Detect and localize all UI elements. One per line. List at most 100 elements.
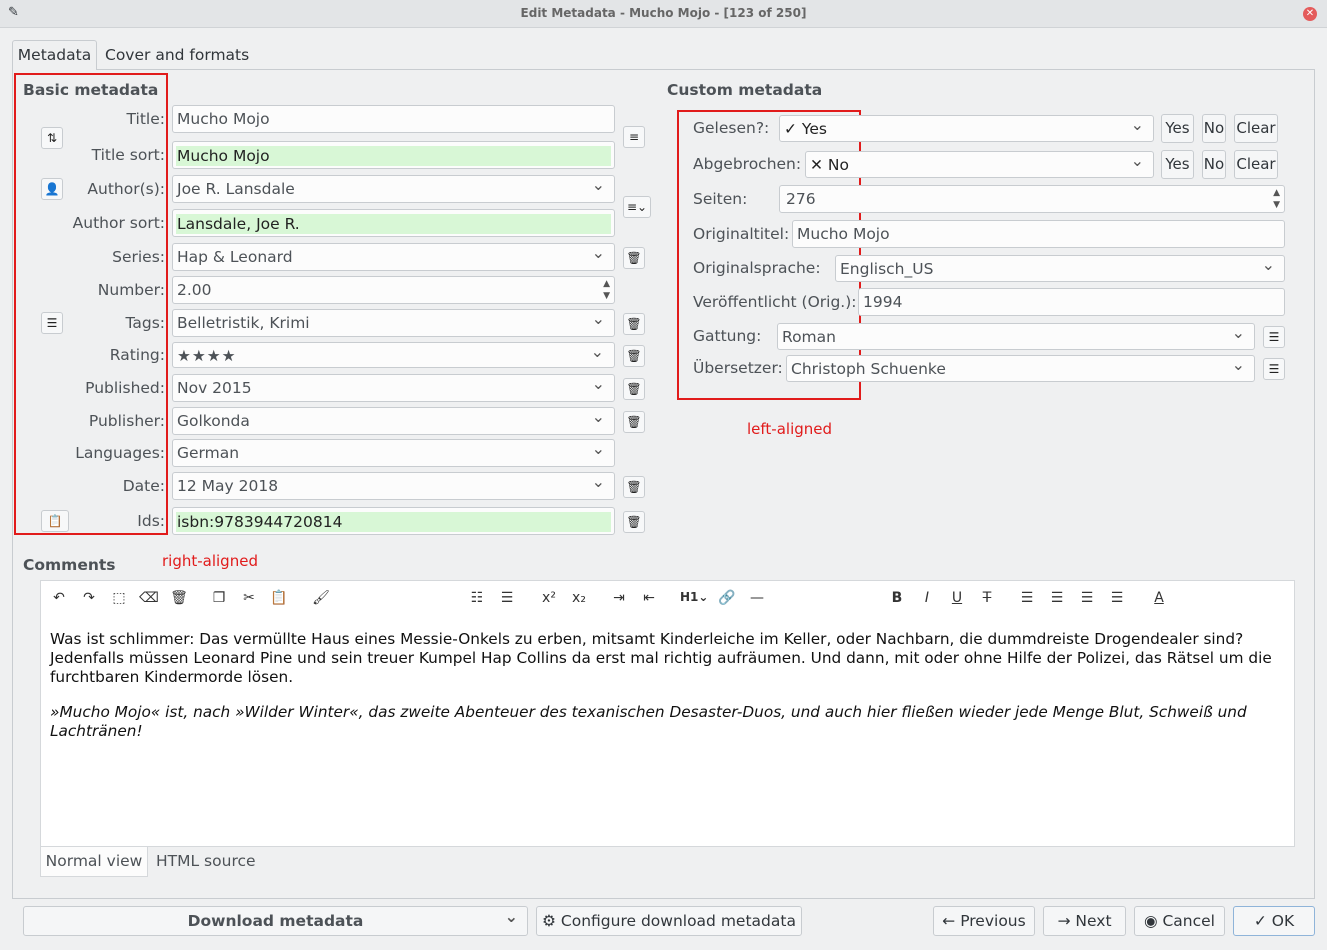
download-metadata-button[interactable]: Download metadata [23, 903, 528, 936]
next-button[interactable]: → Next [1043, 906, 1126, 936]
rating-label: Rating: [109, 346, 165, 364]
number-label: Number: [97, 281, 165, 299]
spin-down-icon[interactable]: ▼ [603, 291, 610, 301]
veroeffentlicht-label: Veröffentlicht (Orig.): [693, 293, 857, 311]
close-icon[interactable]: ✕ [1303, 7, 1317, 21]
cancel-label: Cancel [1162, 912, 1215, 930]
sort-author-icon[interactable]: ≡⌄ [623, 196, 651, 218]
uebersetzer-list-icon[interactable]: ☰ [1263, 358, 1285, 380]
indent-icon[interactable]: ⇥ [608, 590, 630, 606]
number-spinbox[interactable]: 2.00 ▲ ▼ [172, 276, 615, 304]
uebersetzer-combo[interactable]: Christoph Schuenke [786, 355, 1255, 382]
italic-icon[interactable]: I [916, 590, 938, 606]
align-justify-icon[interactable]: ☰ [1106, 590, 1128, 606]
text-color-icon[interactable]: A [1148, 590, 1170, 606]
window-title: Edit Metadata - Mucho Mojo - [123 of 250… [520, 6, 807, 20]
gattung-combo[interactable]: Roman [777, 323, 1255, 350]
series-combo[interactable]: Hap & Leonard [172, 243, 615, 271]
gelesen-combo[interactable]: ✓ Yes [779, 115, 1154, 142]
abgebrochen-no-button[interactable]: No [1202, 150, 1226, 179]
tab-normal-view[interactable]: Normal view [40, 847, 148, 877]
abgebrochen-label: Abgebrochen: [693, 155, 802, 173]
trash-icon[interactable]: 🗑 [168, 590, 190, 606]
veroeffentlicht-input[interactable]: 1994 [858, 288, 1285, 316]
clear-published-trash-icon[interactable]: 🗑 [623, 378, 645, 400]
uebersetzer-label: Übersetzer: [693, 359, 783, 377]
rating-combo[interactable]: ★★★★ [172, 342, 615, 368]
redo-icon[interactable]: ↷ [78, 590, 100, 606]
spin-up-icon[interactable]: ▲ [603, 279, 610, 289]
comments-paragraph-2: »Mucho Mojo« ist, nach »Wilder Winter«, … [50, 703, 1247, 740]
abgebrochen-yes-button[interactable]: Yes [1161, 150, 1194, 179]
link-icon[interactable]: 🔗 [716, 590, 738, 606]
clear-ids-trash-icon[interactable]: 🗑 [623, 511, 645, 533]
clear-tags-trash-icon[interactable]: 🗑 [623, 313, 645, 335]
ok-label: OK [1271, 912, 1295, 930]
fill-color-icon[interactable]: 🖌 [310, 590, 332, 606]
comments-header: Comments [23, 556, 116, 574]
authors-combo[interactable]: Joe R. Lansdale [172, 175, 615, 203]
seiten-down-icon[interactable]: ▼ [1273, 200, 1280, 210]
title-sort-input[interactable]: Mucho Mojo [172, 141, 615, 169]
clear-publisher-trash-icon[interactable]: 🗑 [623, 411, 645, 433]
align-center-icon[interactable]: ☰ [1046, 590, 1068, 606]
title-input[interactable]: Mucho Mojo [172, 105, 615, 133]
horizontal-rule-icon[interactable]: — [746, 590, 768, 606]
published-date-field[interactable]: Nov 2015 [172, 374, 615, 402]
superscript-icon[interactable]: x² [538, 590, 560, 606]
originaltitel-input[interactable]: Mucho Mojo [792, 220, 1285, 248]
strikethrough-icon[interactable]: T [976, 590, 998, 606]
tab-normal-view-label: Normal view [45, 852, 143, 870]
outdent-icon[interactable]: ⇤ [638, 590, 660, 606]
clear-rating-trash-icon[interactable]: 🗑 [623, 345, 645, 367]
select-all-icon[interactable]: ⬚ [108, 590, 130, 606]
paste-icon[interactable]: 📋 [268, 590, 290, 606]
gelesen-yes-button[interactable]: Yes [1161, 114, 1194, 143]
previous-button[interactable]: ← Previous [933, 906, 1035, 936]
copy-icon[interactable]: ❐ [208, 590, 230, 606]
unordered-list-icon[interactable]: ☰ [496, 590, 518, 606]
gelesen-no-button[interactable]: No [1202, 114, 1226, 143]
gattung-list-icon[interactable]: ☰ [1263, 326, 1285, 348]
clear-series-trash-icon[interactable]: 🗑 [623, 247, 645, 269]
configure-download-button[interactable]: ⚙ Configure download metadata [536, 906, 802, 936]
clear-date-trash-icon[interactable]: 🗑 [623, 476, 645, 498]
ids-label: Ids: [137, 512, 165, 530]
languages-combo[interactable]: German [172, 439, 615, 467]
tab-cover-and-formats[interactable]: Cover and formats [105, 46, 249, 64]
align-right-icon[interactable]: ☰ [1076, 590, 1098, 606]
published-label: Published: [85, 379, 165, 397]
undo-icon[interactable]: ↶ [48, 590, 70, 606]
gelesen-clear-button[interactable]: Clear [1234, 114, 1278, 143]
author-sort-input[interactable]: Lansdale, Joe R. [172, 209, 615, 237]
abgebrochen-clear-button[interactable]: Clear [1234, 150, 1278, 179]
subscript-icon[interactable]: x₂ [568, 590, 590, 606]
date-field[interactable]: 12 May 2018 [172, 472, 615, 500]
tab-metadata[interactable]: Metadata [12, 40, 97, 70]
sort-title-icon[interactable]: ≡ [623, 126, 645, 148]
ok-button[interactable]: ✓ OK [1233, 906, 1315, 936]
previous-label: Previous [960, 912, 1026, 930]
authors-label: Author(s): [87, 180, 165, 198]
ids-input[interactable]: isbn:9783944720814 [172, 507, 615, 535]
arrow-left-icon: ← [942, 912, 956, 930]
underline-icon[interactable]: U [946, 590, 968, 606]
bold-icon[interactable]: B [886, 590, 908, 606]
ids-value: isbn:9783944720814 [176, 512, 611, 532]
publisher-combo[interactable]: Golkonda [172, 407, 615, 435]
eraser-icon[interactable]: ⌫ [138, 590, 160, 606]
heading-icon[interactable]: H1⌄ [680, 590, 708, 604]
align-left-icon[interactable]: ☰ [1016, 590, 1038, 606]
tags-combo[interactable]: Belletristik, Krimi [172, 309, 615, 337]
next-label: Next [1075, 912, 1112, 930]
tab-html-source[interactable]: HTML source [156, 852, 256, 870]
seiten-label: Seiten: [693, 190, 748, 208]
abgebrochen-combo[interactable]: ✕ No [805, 151, 1154, 178]
ordered-list-icon[interactable]: ☷ [466, 590, 488, 606]
cut-icon[interactable]: ✂ [238, 590, 260, 606]
seiten-up-icon[interactable]: ▲ [1273, 188, 1280, 198]
annotation-left-aligned: left-aligned [747, 420, 833, 438]
seiten-spinbox[interactable]: 276 ▲ ▼ [779, 185, 1285, 213]
cancel-button[interactable]: ◉ Cancel [1134, 906, 1225, 936]
originalsprache-combo[interactable]: Englisch_US [835, 255, 1285, 282]
